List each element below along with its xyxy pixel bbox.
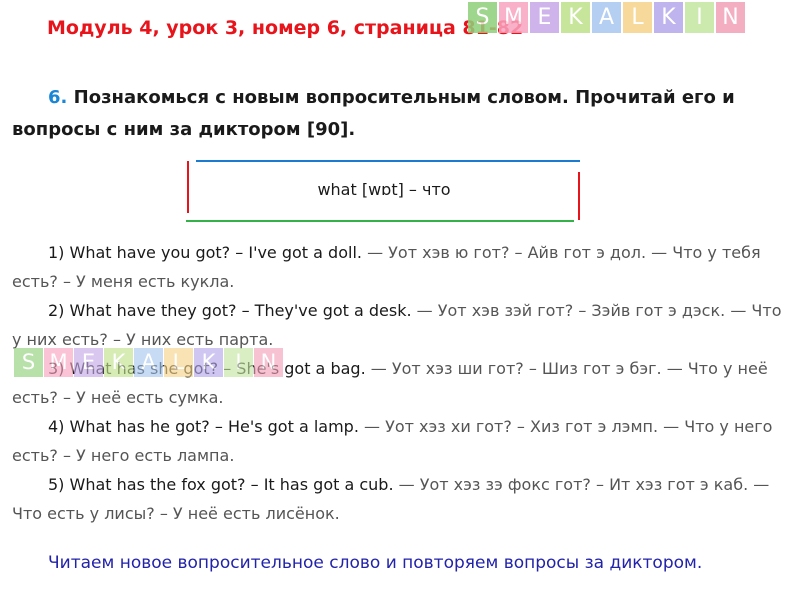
- item-english: 1) What have you got? – I've got a doll.: [48, 243, 362, 262]
- logo-letter: I: [685, 2, 714, 33]
- logo-letter: K: [104, 348, 133, 377]
- logo-letter: N: [716, 2, 745, 33]
- question-list: 1) What have you got? – I've got a doll.…: [12, 238, 792, 528]
- logo-letter: L: [623, 2, 652, 33]
- task-number: 6.: [48, 87, 68, 108]
- logo-letter: E: [530, 2, 559, 33]
- list-item: 2) What have they got? – They've got a d…: [12, 296, 792, 354]
- vocab-word: what [wɒt] – что: [317, 180, 451, 199]
- item-english: 2) What have they got? – They've got a d…: [48, 301, 412, 320]
- logo-letter: N: [254, 348, 283, 377]
- logo-letter: I: [224, 348, 253, 377]
- logo-letter: A: [592, 2, 621, 33]
- item-english: 5) What has the fox got? – It has got a …: [48, 475, 394, 494]
- box-border-bottom: [186, 220, 574, 222]
- logo-letter: S: [468, 2, 497, 33]
- logo-letter: K: [194, 348, 223, 377]
- logo-letter: K: [654, 2, 683, 33]
- list-item: 4) What has he got? – He's got a lamp. —…: [12, 412, 792, 470]
- list-item: 1) What have you got? – I've got a doll.…: [12, 238, 792, 296]
- vocab-box: what [wɒt] – что: [186, 160, 582, 222]
- title-main: Модуль 4, урок 3, номер 6, страница: [47, 17, 463, 39]
- item-english: 4) What has he got? – He's got a lamp.: [48, 417, 359, 436]
- logo-letter: S: [14, 348, 43, 377]
- task-instruction: 6. Познакомься с новым вопросительным сл…: [12, 82, 772, 146]
- smekalkin-watermark: S M E K A L K I N: [14, 348, 284, 377]
- page-title: Модуль 4, урок 3, номер 6, страница 81-8…: [47, 17, 523, 39]
- logo-letter: K: [561, 2, 590, 33]
- logo-letter: M: [499, 2, 528, 33]
- smekalkin-logo: S M E K A L K I N: [468, 2, 747, 33]
- logo-letter: A: [134, 348, 163, 377]
- list-item: 5) What has the fox got? – It has got a …: [12, 470, 792, 528]
- logo-letter: L: [164, 348, 193, 377]
- box-border-top: [196, 160, 580, 162]
- footer-note: Читаем новое вопросительное слово и повт…: [48, 553, 703, 573]
- task-text: Познакомься с новым вопросительным слово…: [12, 87, 735, 140]
- logo-letter: M: [44, 348, 73, 377]
- logo-letter: E: [74, 348, 103, 377]
